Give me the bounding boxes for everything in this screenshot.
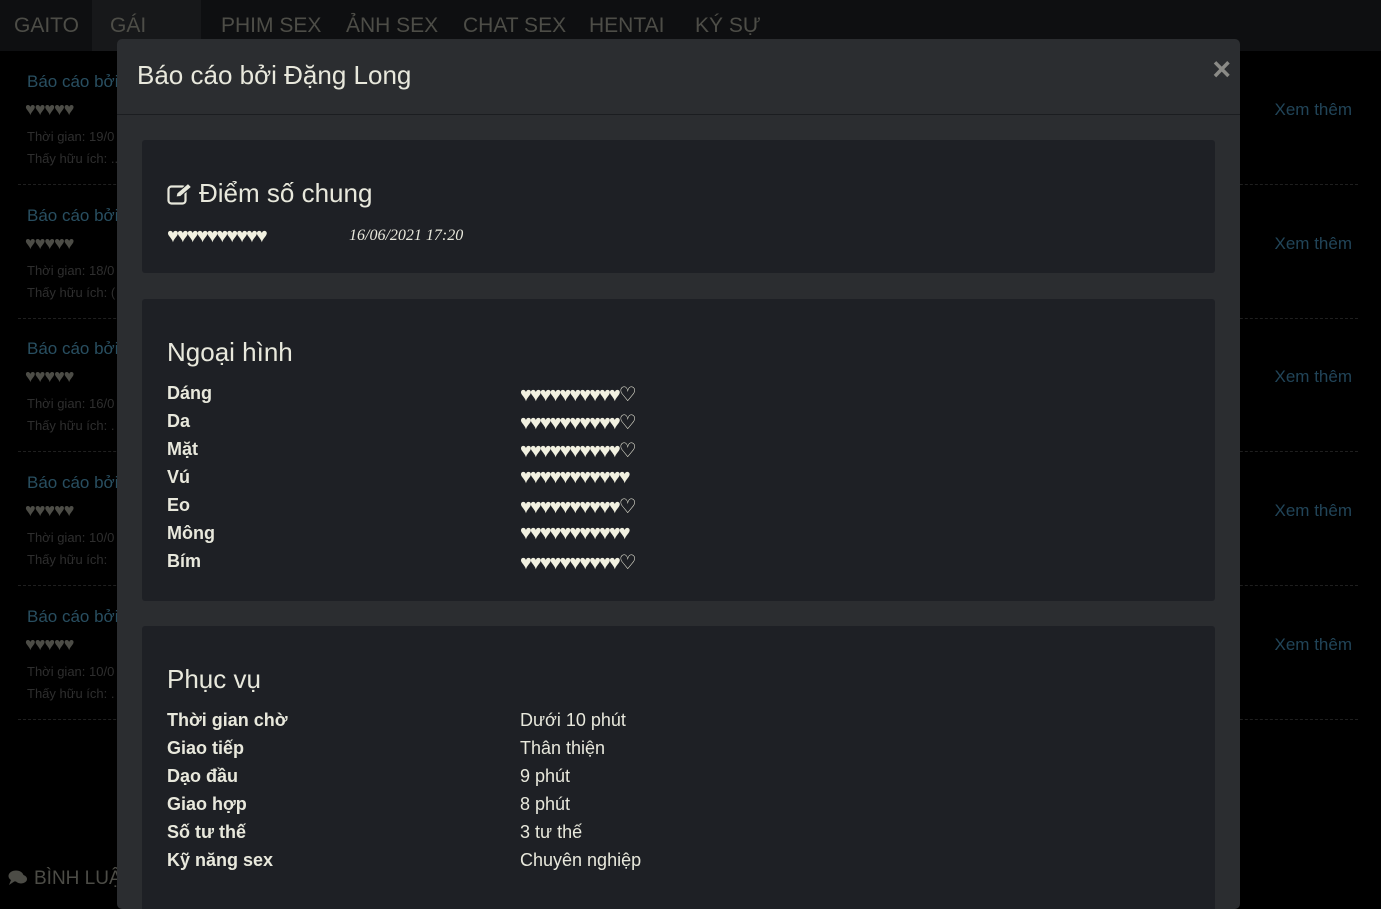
appearance-label: Dáng bbox=[167, 383, 212, 403]
close-button[interactable]: × bbox=[1212, 53, 1231, 85]
service-label: Dạo đầu bbox=[167, 766, 239, 786]
service-label: Giao hợp bbox=[167, 794, 247, 814]
report-modal: Báo cáo bởi Đặng Long × Điểm số chung ♥♥… bbox=[117, 39, 1240, 909]
report-date: 16/06/2021 17:20 bbox=[349, 227, 464, 244]
service-heading: Phục vụ bbox=[167, 664, 261, 694]
overall-rating-hearts: ♥♥♥♥♥♥♥♥♥♥ bbox=[167, 225, 268, 247]
appearance-label: Mông bbox=[167, 523, 215, 543]
appearance-label: Da bbox=[167, 411, 191, 431]
appearance-hearts: ♥♥♥♥♥♥♥♥♥♥♥ bbox=[520, 466, 631, 488]
service-label: Thời gian chờ bbox=[167, 710, 288, 730]
appearance-hearts: ♥♥♥♥♥♥♥♥♥♥♡ bbox=[520, 552, 637, 574]
service-value: Chuyên nghiệp bbox=[520, 850, 642, 870]
service-value: Thân thiện bbox=[520, 738, 606, 758]
appearance-hearts: ♥♥♥♥♥♥♥♥♥♥♥ bbox=[520, 522, 631, 544]
appearance-card: Ngoại hình Dáng ♥♥♥♥♥♥♥♥♥♥♡ Da ♥♥♥♥♥♥♥♥♥… bbox=[142, 299, 1215, 601]
appearance-hearts: ♥♥♥♥♥♥♥♥♥♥♡ bbox=[520, 440, 637, 462]
service-value: Dưới 10 phút bbox=[520, 710, 626, 730]
overall-heading: Điểm số chung bbox=[167, 178, 372, 209]
modal-title: Báo cáo bởi Đặng Long bbox=[137, 60, 412, 90]
overall-heading-label: Điểm số chung bbox=[199, 178, 373, 208]
appearance-label: Eo bbox=[167, 495, 191, 515]
appearance-label: Mặt bbox=[167, 439, 198, 459]
service-value: 3 tư thế bbox=[520, 822, 583, 842]
overall-score-card: Điểm số chung ♥♥♥♥♥♥♥♥♥♥ 16/06/2021 17:2… bbox=[142, 140, 1215, 273]
service-value: 8 phút bbox=[520, 794, 571, 814]
appearance-label: Vú bbox=[167, 467, 191, 487]
appearance-label: Bím bbox=[167, 551, 202, 571]
appearance-heading: Ngoại hình bbox=[167, 337, 293, 367]
appearance-hearts: ♥♥♥♥♥♥♥♥♥♥♡ bbox=[520, 412, 637, 434]
service-label: Số tư thế bbox=[167, 822, 247, 842]
appearance-hearts: ♥♥♥♥♥♥♥♥♥♥♡ bbox=[520, 384, 637, 406]
service-label: Kỹ năng sex bbox=[167, 850, 274, 870]
modal-header: Báo cáo bởi Đặng Long × bbox=[117, 39, 1240, 115]
service-card: Phục vụ Thời gian chờ Dưới 10 phút Giao … bbox=[142, 626, 1215, 909]
service-value: 9 phút bbox=[520, 766, 571, 786]
appearance-hearts: ♥♥♥♥♥♥♥♥♥♥♡ bbox=[520, 496, 637, 518]
service-label: Giao tiếp bbox=[167, 738, 245, 758]
edit-icon bbox=[167, 182, 193, 205]
